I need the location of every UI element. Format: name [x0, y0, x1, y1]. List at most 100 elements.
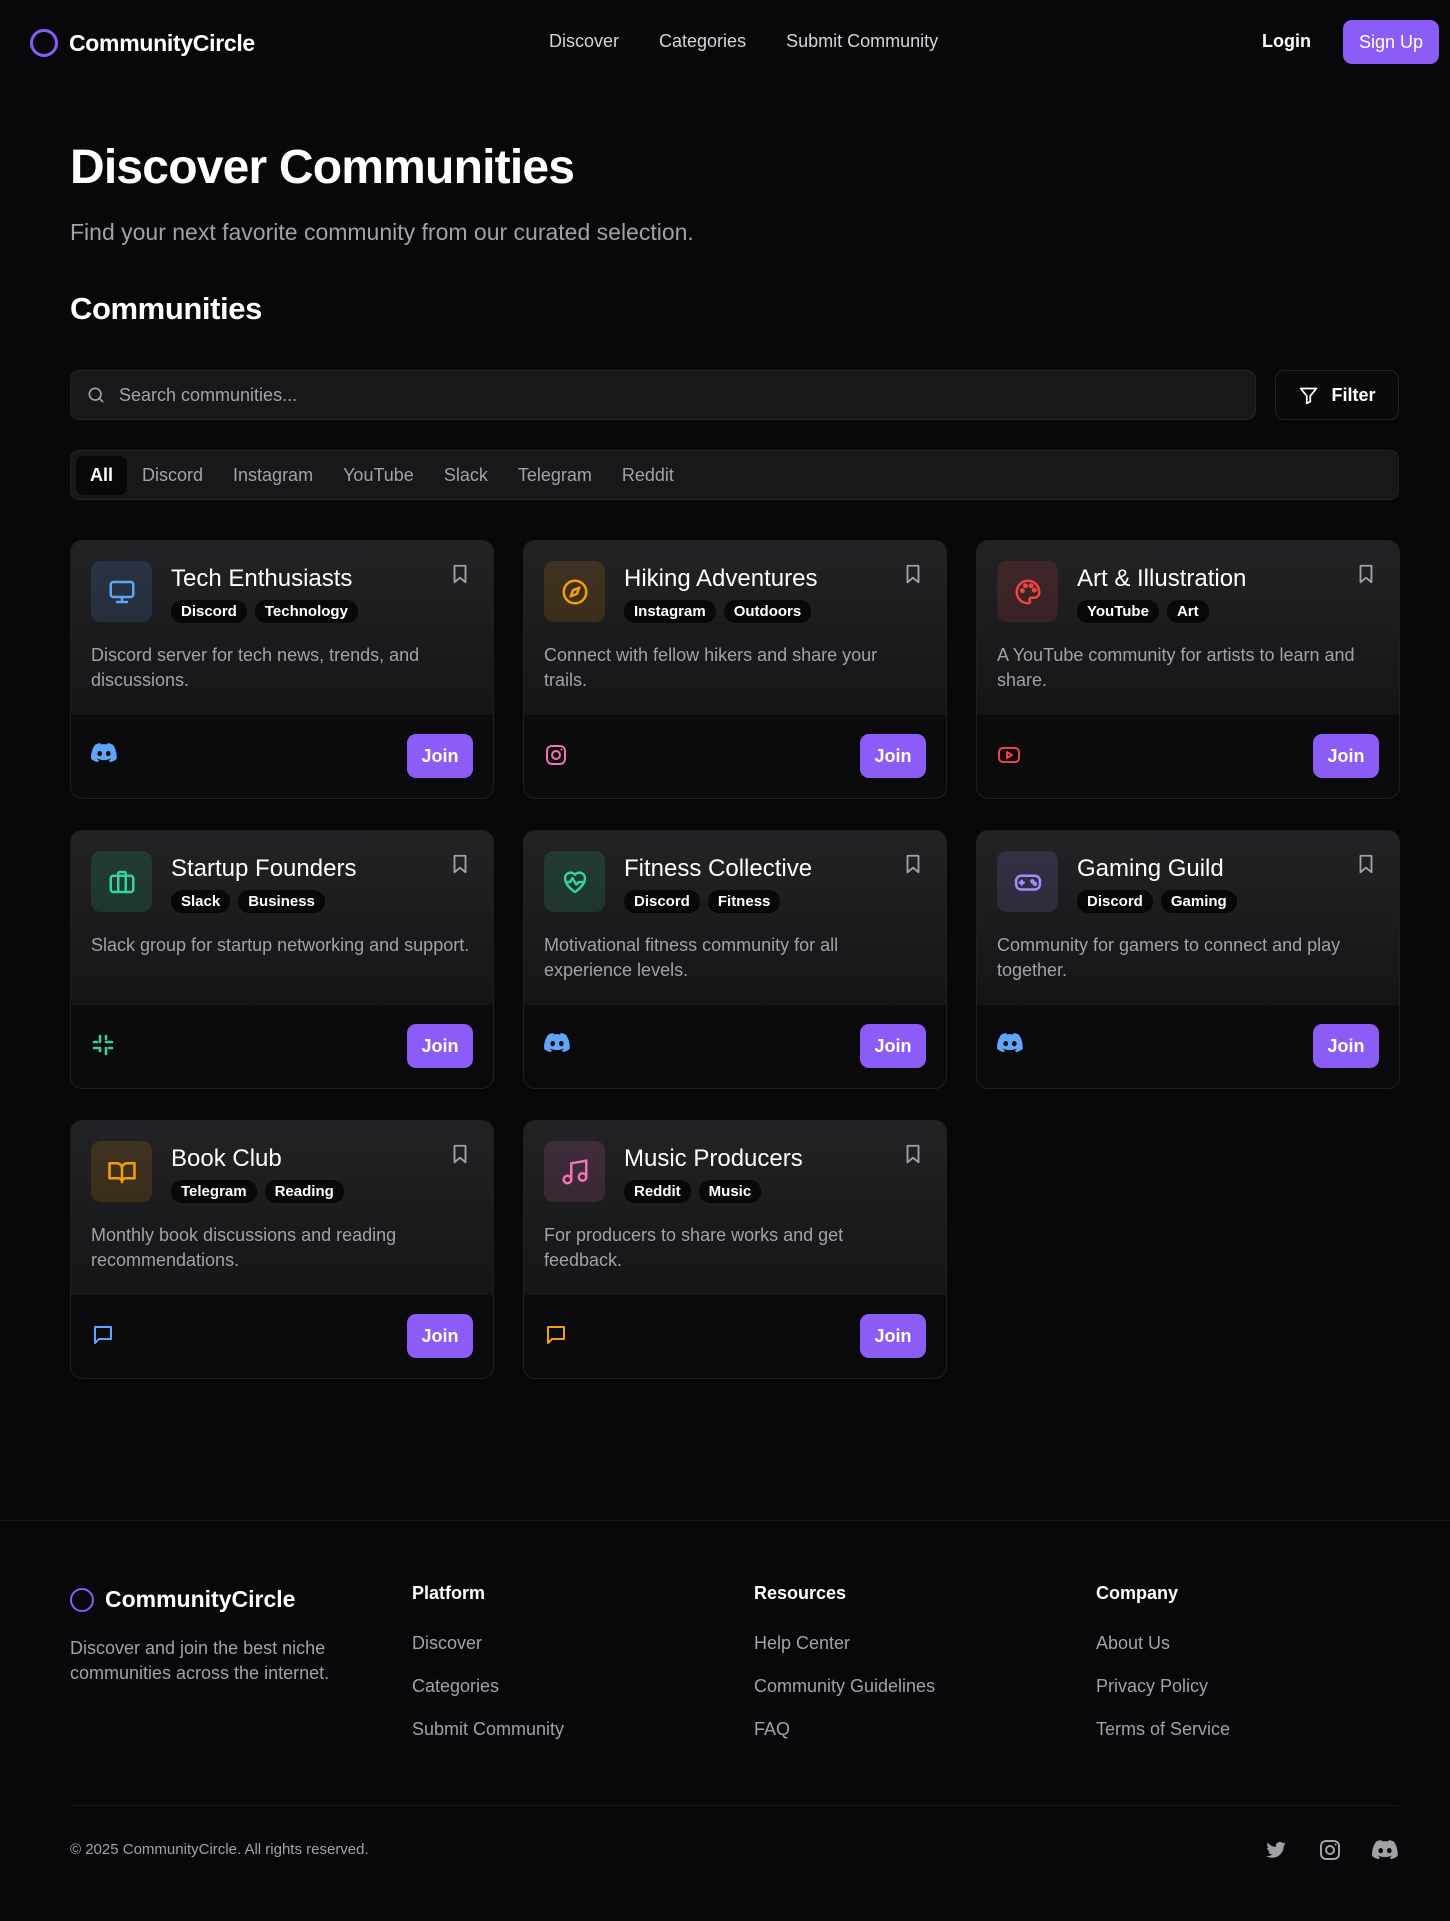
category-tag: Technology: [254, 600, 358, 623]
card-description: Monthly book discussions and reading rec…: [91, 1225, 397, 1270]
bookmark-icon[interactable]: [449, 562, 471, 586]
nav-submit-community[interactable]: Submit Community: [786, 31, 938, 52]
community-card-book-club[interactable]: Book Club Telegram Reading Monthly book …: [70, 1120, 494, 1379]
bookmark-icon[interactable]: [449, 1142, 471, 1166]
footer-link-privacy[interactable]: Privacy Policy: [1096, 1676, 1230, 1697]
platform-tag: Reddit: [624, 1180, 691, 1203]
community-card-hiking-adventures[interactable]: Hiking Adventures Instagram Outdoors Con…: [523, 540, 947, 799]
footer-link-about[interactable]: About Us: [1096, 1633, 1230, 1654]
community-card-gaming-guild[interactable]: Gaming Guild Discord Gaming Community fo…: [976, 830, 1400, 1089]
category-tag: Music: [698, 1180, 762, 1203]
footer-brand[interactable]: CommunityCircle: [70, 1586, 295, 1613]
card-description: Slack group for startup networking and s…: [91, 935, 470, 955]
discord-icon: [91, 743, 117, 763]
footer-description: Discover and join the best niche communi…: [70, 1638, 330, 1683]
join-button[interactable]: Join: [860, 1024, 926, 1068]
nav-discover[interactable]: Discover: [549, 31, 619, 52]
footer-column-title: Company: [1096, 1583, 1179, 1603]
platform-tag: Discord: [624, 890, 700, 913]
join-button[interactable]: Join: [407, 1314, 473, 1358]
nav-categories[interactable]: Categories: [659, 31, 746, 52]
card-title: Hiking Adventures: [624, 565, 818, 592]
category-tag: Art: [1166, 600, 1209, 623]
tab-all[interactable]: All: [76, 455, 128, 495]
bookmark-icon[interactable]: [1355, 562, 1377, 586]
platform-tag: Instagram: [624, 600, 716, 623]
join-button[interactable]: Join: [1313, 1024, 1379, 1068]
bookmark-icon[interactable]: [902, 562, 924, 586]
circle-logo-icon: [30, 29, 58, 57]
discord-icon: [997, 1033, 1023, 1053]
filter-label: Filter: [1331, 384, 1376, 405]
bookmark-icon[interactable]: [902, 852, 924, 876]
footer-link-terms[interactable]: Terms of Service: [1096, 1719, 1230, 1740]
instagram-icon[interactable]: [1318, 1838, 1342, 1862]
card-title: Gaming Guild: [1077, 855, 1224, 882]
card-description: Connect with fellow hikers and share you…: [544, 645, 878, 690]
gamepad-icon: [997, 851, 1058, 912]
footer-column-resources: Resources Help Center Community Guidelin…: [754, 1583, 935, 1762]
circle-logo-icon: [70, 1587, 94, 1612]
community-card-fitness-collective[interactable]: Fitness Collective Discord Fitness Motiv…: [523, 830, 947, 1089]
compass-icon: [544, 561, 605, 622]
community-card-music-producers[interactable]: Music Producers Reddit Music For produce…: [523, 1120, 947, 1379]
signup-button[interactable]: Sign Up: [1343, 20, 1439, 64]
twitter-icon[interactable]: [1264, 1838, 1288, 1862]
footer-link-faq[interactable]: FAQ: [754, 1719, 935, 1740]
bookmark-icon[interactable]: [1355, 852, 1377, 876]
footer-link-help-center[interactable]: Help Center: [754, 1633, 935, 1654]
search-input[interactable]: [119, 384, 1199, 406]
card-title: Fitness Collective: [624, 855, 813, 882]
card-description: Community for gamers to connect and play…: [997, 935, 1341, 980]
tab-youtube[interactable]: YouTube: [328, 456, 429, 495]
footer-link-categories[interactable]: Categories: [412, 1676, 564, 1697]
tab-slack[interactable]: Slack: [429, 456, 503, 495]
community-card-tech-enthusiasts[interactable]: Tech Enthusiasts Discord Technology Disc…: [70, 540, 494, 799]
join-button[interactable]: Join: [407, 734, 473, 778]
join-button[interactable]: Join: [860, 1314, 926, 1358]
briefcase-icon: [91, 851, 152, 912]
filter-icon: [1298, 385, 1319, 406]
login-link[interactable]: Login: [1262, 31, 1311, 52]
footer-link-discover[interactable]: Discover: [412, 1633, 564, 1654]
footer-link-submit-community[interactable]: Submit Community: [412, 1719, 564, 1740]
reddit-icon: [544, 1323, 568, 1347]
community-card-startup-founders[interactable]: Startup Founders Slack Business Slack gr…: [70, 830, 494, 1089]
telegram-icon: [91, 1323, 115, 1347]
platform-tag: Discord: [171, 600, 247, 623]
bookmark-icon[interactable]: [449, 852, 471, 876]
bookmark-icon[interactable]: [902, 1142, 924, 1166]
discord-icon: [544, 1033, 570, 1053]
page-subtitle: Find your next favorite community from o…: [70, 219, 694, 245]
community-card-art-and-illustration[interactable]: Art & Illustration YouTube Art A YouTube…: [976, 540, 1400, 799]
card-title: Tech Enthusiasts: [171, 565, 353, 592]
join-button[interactable]: Join: [860, 734, 926, 778]
card-title: Startup Founders: [171, 855, 357, 882]
tab-instagram[interactable]: Instagram: [218, 456, 328, 495]
platform-tabs: All Discord Instagram YouTube Slack Tele…: [70, 450, 1399, 500]
card-tags: Instagram Outdoors: [624, 600, 812, 623]
card-tags: Slack Business: [171, 890, 325, 913]
card-tags: Reddit Music: [624, 1180, 762, 1203]
category-tag: Gaming: [1160, 890, 1237, 913]
category-tag: Outdoors: [723, 600, 812, 623]
palette-icon: [997, 561, 1058, 622]
platform-tag: Discord: [1077, 890, 1153, 913]
join-button[interactable]: Join: [407, 1024, 473, 1068]
tab-telegram[interactable]: Telegram: [503, 456, 607, 495]
tab-reddit[interactable]: Reddit: [607, 456, 689, 495]
category-tag: Business: [238, 890, 325, 913]
card-description: For producers to share works and get fee…: [544, 1225, 844, 1270]
footer-link-guidelines[interactable]: Community Guidelines: [754, 1676, 935, 1697]
tab-discord[interactable]: Discord: [127, 456, 218, 495]
instagram-icon: [544, 743, 568, 767]
discord-icon[interactable]: [1372, 1838, 1398, 1862]
page-title: Discover Communities: [70, 141, 575, 194]
join-button[interactable]: Join: [1313, 734, 1379, 778]
footer-bottom-divider: [70, 1805, 1399, 1806]
book-icon: [91, 1141, 152, 1202]
brand-logo[interactable]: CommunityCircle: [30, 29, 255, 57]
filter-button[interactable]: Filter: [1275, 370, 1399, 420]
footer-divider: [0, 1520, 1450, 1521]
brand-name: CommunityCircle: [69, 29, 255, 56]
